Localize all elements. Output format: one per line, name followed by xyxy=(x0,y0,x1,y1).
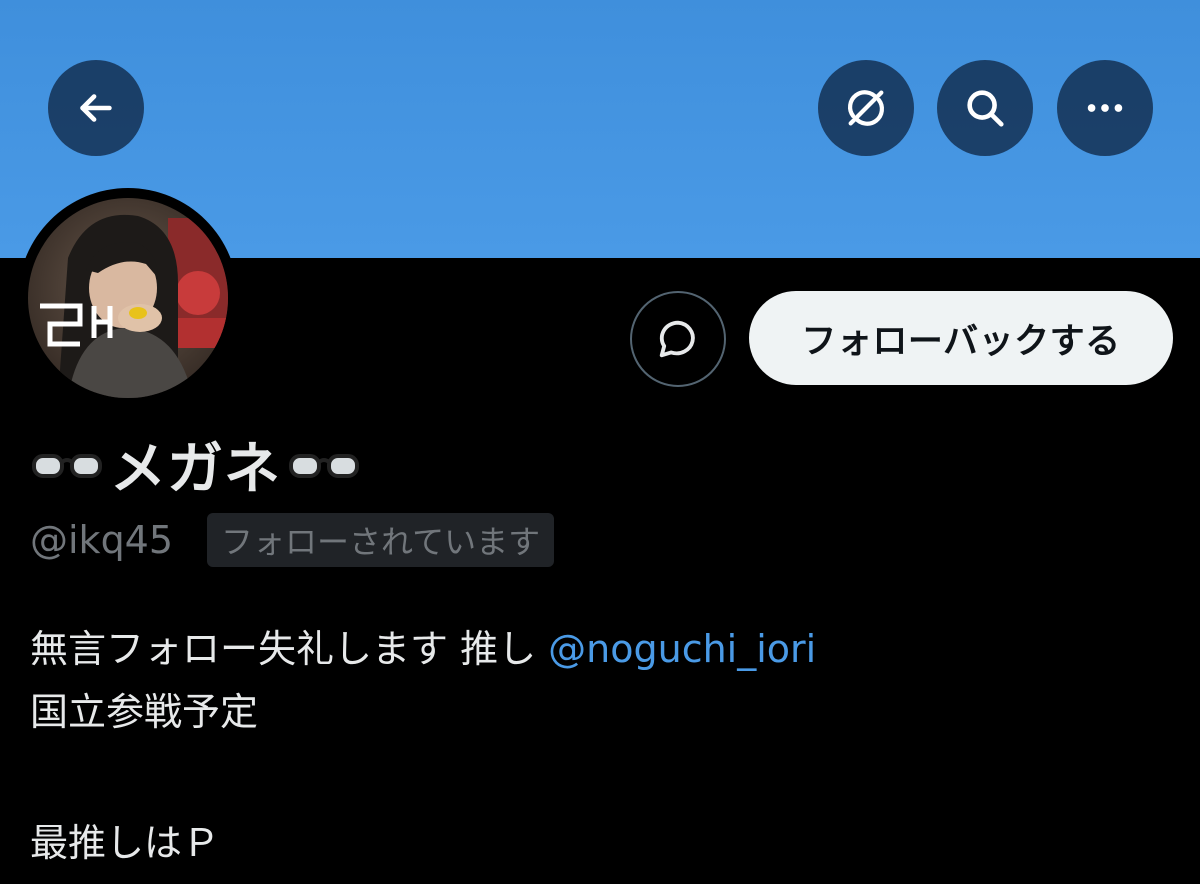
arrow-left-icon xyxy=(80,94,112,122)
bio-line-2: 国立参戦予定 xyxy=(30,690,259,734)
bio-mention-link[interactable]: @noguchi_iori xyxy=(548,627,816,671)
message-button[interactable] xyxy=(630,291,726,387)
display-name-row: メガネ xyxy=(30,428,361,502)
bio-line-4: 最推しはＰ xyxy=(30,821,221,865)
glasses-emoji-icon xyxy=(30,444,104,484)
search-button[interactable] xyxy=(937,60,1033,156)
follows-you-badge: フォローされています xyxy=(207,513,555,567)
avatar[interactable] xyxy=(28,198,228,398)
glasses-emoji-icon xyxy=(287,444,361,484)
grok-icon xyxy=(847,90,885,126)
more-button[interactable] xyxy=(1057,60,1153,156)
search-icon xyxy=(967,90,1004,127)
bio-text: 無言フォロー失礼します 推し xyxy=(30,627,549,671)
username-handle: @ikq45 xyxy=(30,518,174,562)
display-name: メガネ xyxy=(110,436,281,502)
back-button[interactable] xyxy=(48,60,144,156)
handle-row: @ikq45 フォローされています xyxy=(30,513,555,567)
message-bubble-icon xyxy=(659,320,695,358)
bio-line-1: 無言フォロー失礼します 推し @noguchi_iori xyxy=(30,618,816,673)
more-horizontal-icon xyxy=(1087,104,1123,112)
grok-button[interactable] xyxy=(818,60,914,156)
follow-back-button[interactable]: フォローバックする xyxy=(749,291,1173,385)
avatar-photo xyxy=(28,198,228,398)
